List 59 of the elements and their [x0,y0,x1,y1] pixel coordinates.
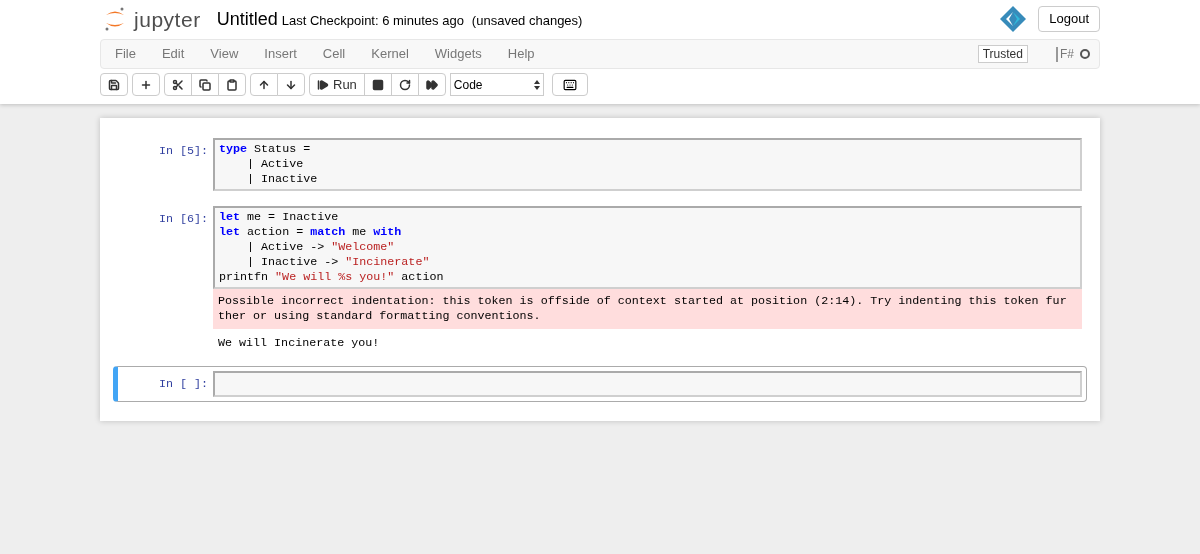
menu-item[interactable]: Help [498,44,544,64]
menu-item[interactable]: Edit [152,44,194,64]
paste-icon [226,78,238,91]
input-prompt: In [ ]: [157,376,209,393]
jupyter-logo-icon [104,6,126,32]
code-editor[interactable]: type Status = | Active | Inactive [213,138,1082,191]
code-line: printfn "We will %s you!" action [219,270,445,285]
up-button[interactable] [250,73,278,96]
checkpoint-status: Last Checkpoint: 6 minutes ago [281,12,464,31]
down-button[interactable] [277,73,305,96]
input-prompt: In [6]: [157,211,209,228]
autosave-status: (unsaved changes) [471,12,583,31]
notebook-cell[interactable]: In [5]: type Status = | Active | Inactive [113,133,1087,196]
add-button[interactable] [132,73,160,96]
cut-button[interactable] [164,73,192,96]
fastforward-icon [425,78,438,91]
code-line: | Inactive [246,172,319,187]
command-palette-button[interactable] [551,73,588,96]
code-line: let me = Inactive [219,210,340,225]
save-button[interactable] [100,73,128,96]
menu-item[interactable]: Kernel [362,44,418,64]
save-icon [108,78,120,91]
logout-button[interactable]: Logout [1038,6,1100,32]
copy-button[interactable] [191,73,219,96]
code-line: | Active -> "Welcome" [246,240,396,255]
copy-icon [199,78,211,91]
menu-item[interactable]: Cell [313,44,355,64]
run-button[interactable]: Run [309,73,365,96]
restart-button[interactable] [390,73,419,96]
code-line: let action = match me with [219,225,403,240]
stop-button[interactable] [363,73,392,96]
trusted-indicator[interactable]: Trusted [977,45,1028,63]
menu-item[interactable]: View [201,44,248,64]
diamond-logo-icon [1000,6,1027,32]
paste-button[interactable] [218,73,246,96]
up-icon [258,78,270,91]
add-icon [140,78,152,91]
notebook-name[interactable]: Untitled [216,5,278,33]
jupyter-logo-text: jupyter [134,8,201,30]
stop-icon [371,78,384,91]
down-icon [285,78,297,91]
code-editor[interactable]: let me = Inactive let action = match me with | Active -> "Welcome" | Inactive -> "Incinerate" printfn "We will %s you!" action [213,206,1082,289]
input-prompt: In [5]: [157,143,209,160]
notebook-cell[interactable]: In [ ]: [113,366,1087,402]
code-line: | Active [246,157,305,172]
keyboard-icon [562,77,577,92]
code-line: type Status = [219,142,312,157]
menu-item[interactable]: File [106,44,145,64]
fastforward-button[interactable] [417,73,446,96]
restart-icon [398,78,411,91]
cut-icon [172,78,184,91]
code-line: | Inactive -> "Incinerate" [246,255,431,270]
run-icon [317,78,329,91]
kernel-name: F# [1060,46,1074,63]
error-output: Possible incorrect indentation: this token is offside of context started at position (2:14). Try indenting this token fur ther or using standard formatting conventions. [213,289,1082,329]
menu-item[interactable]: Widgets [425,44,491,64]
caret-icon [533,79,540,90]
menu-item[interactable]: Insert [255,44,306,64]
cell-type-select[interactable]: Code [449,73,544,96]
